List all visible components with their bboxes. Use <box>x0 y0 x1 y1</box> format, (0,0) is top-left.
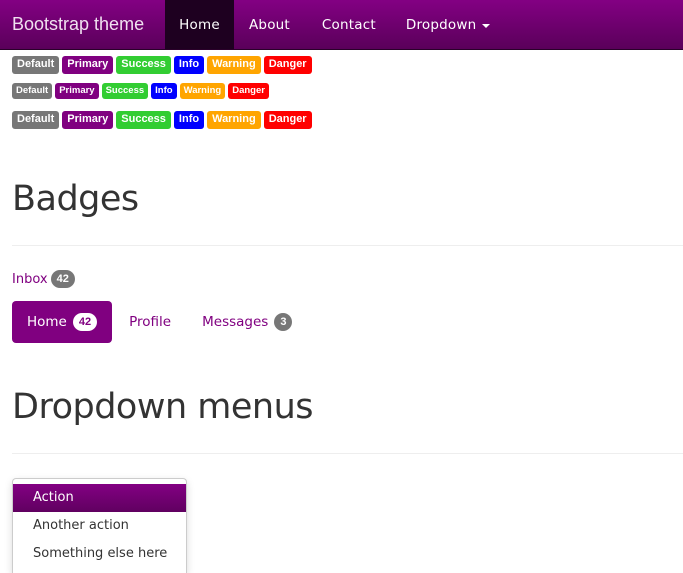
navbar: Bootstrap theme Home About Contact Dropd… <box>0 0 683 50</box>
label-primary: Primary <box>62 111 114 129</box>
nav-item-home[interactable]: Home <box>165 0 234 49</box>
divider <box>12 453 683 454</box>
pill-profile-label: Profile <box>129 314 172 330</box>
pill-home[interactable]: Home 42 <box>12 301 113 343</box>
pill-profile[interactable]: Profile <box>112 301 187 343</box>
dropdown-menu: Action Another action Something else her… <box>12 478 187 573</box>
badges-heading: Badges <box>12 179 139 219</box>
labels-row-h4: Default Primary Success Info Warning Dan… <box>0 56 683 74</box>
dropdown-item-something-else[interactable]: Something else here <box>13 540 186 568</box>
label-success: Success <box>116 111 171 129</box>
label-warning: Warning <box>207 56 261 74</box>
label-primary: Primary <box>62 56 114 74</box>
label-danger: Danger <box>228 83 269 99</box>
label-warning: Warning <box>179 83 226 99</box>
label-primary: Primary <box>55 83 99 99</box>
nav-item-contact[interactable]: Contact <box>307 0 391 49</box>
dropdown-item-action[interactable]: Action <box>13 484 186 512</box>
labels-row-small: Default Primary Success Info Warning Dan… <box>0 83 683 99</box>
inbox-badge: 42 <box>50 270 75 288</box>
label-default: Default <box>12 56 60 74</box>
dropdown-item-another-action[interactable]: Another action <box>13 512 186 540</box>
pill-messages[interactable]: Messages 3 <box>187 301 307 343</box>
label-danger: Danger <box>263 111 312 129</box>
navbar-brand[interactable]: Bootstrap theme <box>0 0 165 49</box>
nav-item-dropdown[interactable]: Dropdown <box>391 0 506 49</box>
divider <box>12 245 683 246</box>
label-success: Success <box>101 83 149 99</box>
label-info: Info <box>173 111 205 129</box>
caret-down-icon <box>482 23 491 28</box>
label-info: Info <box>173 56 205 74</box>
inbox-label: Inbox <box>12 271 48 287</box>
labels-row-h4-b: Default Primary Success Info Warning Dan… <box>0 111 683 129</box>
inbox-link[interactable]: Inbox 42 <box>0 270 683 288</box>
dropdown-menus-heading: Dropdown menus <box>12 387 314 427</box>
pill-messages-label: Messages <box>202 314 269 330</box>
pill-messages-badge: 3 <box>274 313 293 331</box>
nav-item-about[interactable]: About <box>234 0 307 49</box>
nav-pills: Home 42 Profile Messages 3 <box>0 301 683 343</box>
label-default: Default <box>12 83 53 99</box>
pill-home-label: Home <box>27 314 67 330</box>
label-warning: Warning <box>207 111 261 129</box>
label-info: Info <box>151 83 177 99</box>
label-success: Success <box>116 56 171 74</box>
label-default: Default <box>12 111 60 129</box>
pill-home-badge: 42 <box>72 313 98 331</box>
label-danger: Danger <box>263 56 312 74</box>
nav-item-dropdown-label: Dropdown <box>405 16 477 33</box>
